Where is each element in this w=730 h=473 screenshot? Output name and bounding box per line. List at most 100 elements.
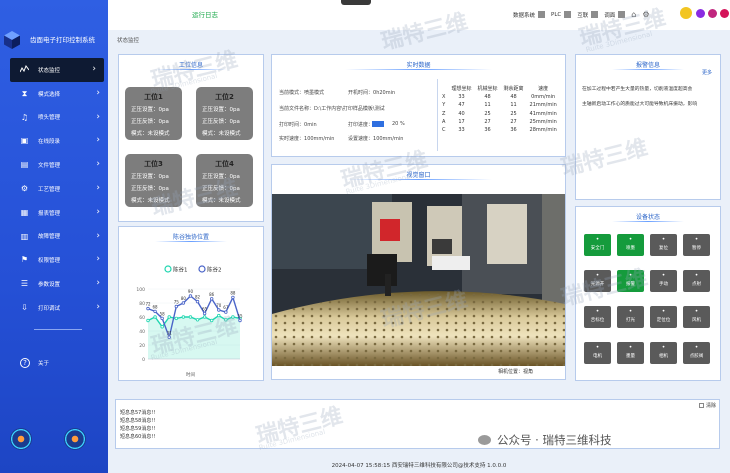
device-button[interactable]: • 复位 bbox=[650, 234, 677, 256]
title-underline bbox=[345, 179, 492, 180]
device-status-icon: • bbox=[661, 308, 666, 315]
device-status-icon: • bbox=[661, 272, 666, 279]
real-speed-label: 实时速度： bbox=[279, 136, 305, 142]
station-pressure-set: 正压设置：0pa bbox=[131, 107, 169, 113]
camera-image bbox=[272, 194, 565, 366]
station-card[interactable]: 工位2 正压设置：0pa 正压反馈：0pa 模式：未设模式 bbox=[196, 87, 253, 140]
set-speed-label: 设置速度： bbox=[348, 136, 374, 142]
data-point bbox=[153, 315, 157, 319]
breadcrumb: 状态监控 bbox=[117, 38, 140, 44]
print-time-value: 0min bbox=[304, 122, 317, 128]
device-button[interactable]: • 暂停 bbox=[683, 234, 710, 256]
sidebar-item-status[interactable]: 状态监控 › bbox=[10, 58, 104, 82]
folder-icon: ▤ bbox=[20, 160, 29, 170]
device-button-label: 手动 bbox=[659, 282, 668, 287]
current-file-label: 当前文件名称： bbox=[279, 106, 315, 112]
x-axis-label: 时间 bbox=[186, 371, 195, 378]
data-point bbox=[238, 318, 242, 323]
device-status-icon: • bbox=[661, 344, 666, 351]
device-button[interactable]: • 光源开 bbox=[584, 270, 611, 292]
sidebar-item-nozzle[interactable]: ♫ 喷头管理 › bbox=[0, 106, 108, 130]
device-button[interactable]: • 舌标位 bbox=[584, 306, 611, 328]
about-button[interactable]: ? 关于 bbox=[20, 358, 49, 368]
data-point bbox=[224, 318, 228, 322]
device-button[interactable]: • 墨量 bbox=[617, 342, 644, 364]
sidebar-item-online[interactable]: ▣ 在线段录 › bbox=[0, 129, 108, 153]
sidebar-item-label: 权限管理 bbox=[38, 258, 61, 265]
maximize-button[interactable] bbox=[708, 9, 717, 18]
sidebar-item-label: 工艺管理 bbox=[38, 186, 61, 193]
camera-view[interactable] bbox=[272, 194, 565, 366]
data-point bbox=[195, 299, 200, 304]
run-log-label[interactable]: 运行日志 bbox=[192, 9, 218, 19]
device-button[interactable]: • 点射 bbox=[683, 270, 710, 292]
device-panel: 设备状态 • 安全门 • 喷墨 • 复位 • 暂停 • 光源开 • 报警 • 手动 • 点射 • 舌标位 • 打光 • 定… bbox=[575, 206, 721, 381]
sidebar-item-files[interactable]: ▤ 文件管理 › bbox=[0, 153, 108, 177]
data-label: 31 bbox=[167, 330, 173, 335]
coord-cell: 27 bbox=[510, 118, 517, 125]
data-label: 70 bbox=[216, 303, 222, 308]
clear-button[interactable]: 清除 bbox=[698, 402, 716, 409]
station-card[interactable]: 工位4 正压设置：0pa 正压反馈：0pa 模式：未设模式 bbox=[196, 154, 253, 207]
plc-label: PLC bbox=[551, 11, 562, 18]
alarm-title: 报警信息 bbox=[635, 62, 660, 69]
home-icon[interactable]: ⌂ bbox=[631, 10, 636, 19]
device-button-label: 相机 bbox=[659, 354, 668, 359]
device-button[interactable]: • 风机 bbox=[683, 306, 710, 328]
coord-header-cell bbox=[440, 86, 448, 92]
device-button-label: 安全门 bbox=[590, 246, 605, 251]
sidebar-item-permission[interactable]: ⚑ 权限管理 › bbox=[0, 248, 108, 272]
settings-icon[interactable]: ⚙ bbox=[642, 10, 649, 19]
user-avatar[interactable] bbox=[680, 7, 692, 19]
sidebar-item-params[interactable]: ☰ 参数设置 › bbox=[0, 272, 108, 296]
device-button[interactable]: • 安全门 bbox=[584, 234, 611, 256]
data-label: 55 bbox=[237, 314, 243, 319]
device-button-label: 墨量 bbox=[626, 354, 635, 359]
coord-header-cell: 剩余距离 bbox=[503, 86, 524, 92]
device-button[interactable]: • 报警 bbox=[617, 270, 644, 292]
real-speed-value: 100mm/min bbox=[304, 136, 335, 142]
alarm-more-link[interactable]: 更多 bbox=[702, 69, 712, 76]
station-pressure-feedback: 正压反馈：0pa bbox=[202, 186, 240, 192]
device-button[interactable]: • 相机 bbox=[650, 342, 677, 364]
sidebar-item-mode[interactable]: ⧗ 模式选择 › bbox=[0, 82, 108, 106]
chevron-right-icon: › bbox=[96, 230, 100, 241]
station-card[interactable]: 工位1 正压设置：0pa 正压反馈：0pa 模式：未设模式 bbox=[125, 87, 182, 140]
minimize-button[interactable] bbox=[696, 9, 705, 18]
legend-marker bbox=[198, 265, 206, 273]
progress-percent: 20 % bbox=[392, 121, 405, 127]
device-button[interactable]: • 喷墨 bbox=[617, 234, 644, 256]
device-button[interactable]: • 电机 bbox=[584, 342, 611, 364]
device-status-icon: • bbox=[661, 236, 666, 243]
coord-cell: 11 bbox=[484, 102, 491, 109]
data-point bbox=[174, 304, 179, 309]
device-button[interactable]: • 打光 bbox=[617, 306, 644, 328]
close-button[interactable] bbox=[720, 9, 729, 18]
title-underline bbox=[155, 69, 227, 70]
chevron-right-icon: › bbox=[96, 278, 100, 289]
data-label: 82 bbox=[195, 295, 201, 300]
current-file-value: D:\工作内容\打印样品模板\测试 bbox=[314, 106, 385, 112]
data-point bbox=[160, 316, 164, 321]
sidebar-item-label: 在线段录 bbox=[38, 139, 61, 146]
device-button[interactable]: • 点胶阀 bbox=[683, 342, 710, 364]
coord-header-cell: 机械坐标 bbox=[477, 86, 498, 92]
sidebar-item-label: 参数设置 bbox=[38, 282, 61, 289]
sidebar-item-process[interactable]: ⚙ 工艺管理 › bbox=[0, 177, 108, 201]
device-button[interactable]: • 手动 bbox=[650, 270, 677, 292]
coord-header-cell: 理想坐标 bbox=[451, 86, 472, 92]
coord-cell: 33 bbox=[458, 127, 465, 134]
data-point bbox=[174, 316, 179, 321]
sidebar-nav: 状态监控 › ⧗ 模式选择 › ♫ 喷头管理 › ▣ 在线段录 › ▤ 文件管理… bbox=[0, 58, 108, 320]
coord-cell: 48 bbox=[484, 94, 491, 101]
sidebar-item-report[interactable]: ▦ 报表管理 › bbox=[0, 201, 108, 225]
sidebar-item-label: 打印调试 bbox=[38, 305, 61, 312]
station-card[interactable]: 工位3 正压设置：0pa 正压反馈：0pa 模式：未设模式 bbox=[125, 154, 182, 207]
data-point bbox=[167, 315, 171, 319]
sidebar-item-fault[interactable]: ▥ 故障管理 › bbox=[0, 225, 108, 249]
device-button[interactable]: • 定位位 bbox=[650, 306, 677, 328]
station-mode: 模式：未设模式 bbox=[131, 131, 170, 137]
data-point bbox=[188, 315, 193, 319]
data-point bbox=[181, 315, 186, 319]
sidebar-item-debug[interactable]: ⇩ 打印调试 › bbox=[0, 296, 108, 320]
